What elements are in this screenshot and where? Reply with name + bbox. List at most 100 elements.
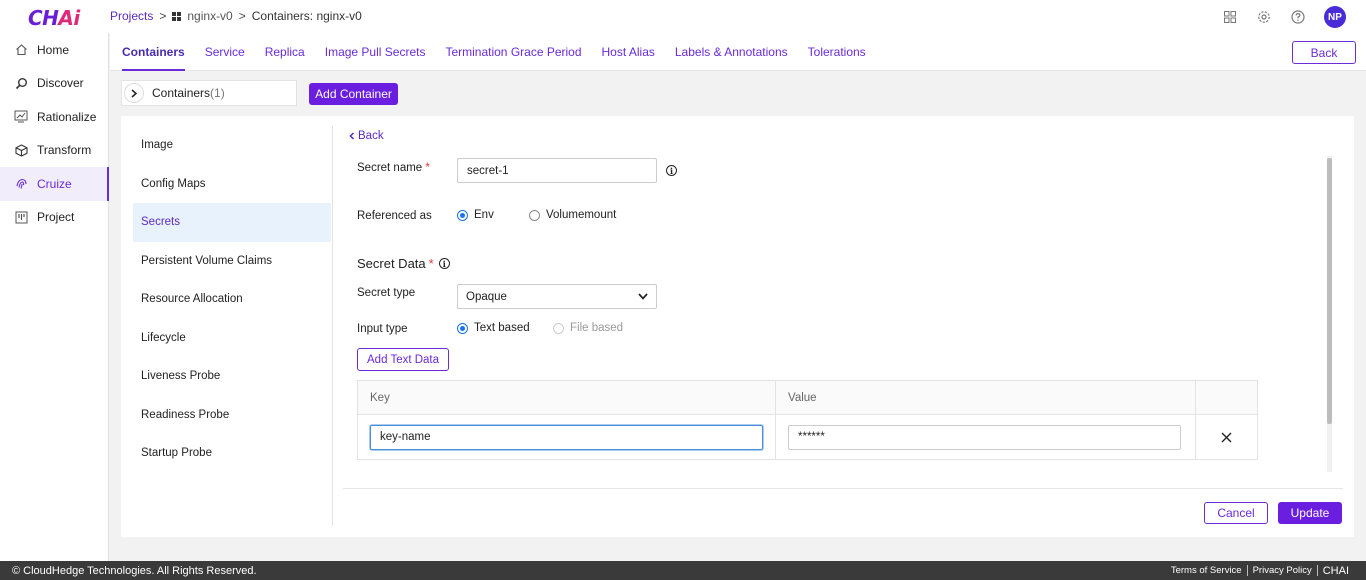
subnav-item-secrets[interactable]: Secrets [133,203,331,242]
divider [332,126,333,526]
avatar[interactable]: NP [1324,6,1346,28]
chai-logo[interactable]: CHAi [28,6,80,30]
tab-termination-grace-period[interactable]: Termination Grace Period [435,33,591,71]
chevron-down-icon [638,293,648,300]
breadcrumb-separator: > [238,9,246,23]
secret-data-table: Key Value [357,380,1258,460]
info-icon[interactable]: i [438,258,450,269]
header-actions: NP [1222,6,1346,28]
tabs: Containers Service Replica Image Pull Se… [122,33,876,71]
scrollbar-thumb[interactable] [1327,158,1332,424]
radio-button[interactable] [457,322,468,334]
tab-containers[interactable]: Containers [122,33,195,71]
secret-type-label: Secret type [357,287,416,299]
subnav-item-image[interactable]: Image [133,126,331,165]
subnav-item-persistent-volume-claims[interactable]: Persistent Volume Claims [133,242,331,281]
required-mark: * [428,256,434,271]
add-container-button[interactable]: Add Container [309,83,398,105]
containers-label: Containers(1) [152,86,225,100]
required-mark: * [425,162,430,174]
chevron-right-icon[interactable] [124,83,144,103]
update-button[interactable]: Update [1278,502,1342,524]
sidebar-item-label: Project [37,210,75,225]
gear-icon[interactable] [1256,9,1272,25]
radio-file-based[interactable]: File based [553,322,623,334]
close-icon [1221,432,1232,442]
value-input[interactable] [788,424,1181,450]
sidebar-item-home[interactable]: Home [0,33,108,67]
tab-replica[interactable]: Replica [255,33,315,71]
back-button[interactable]: Back [1292,41,1356,64]
sidebar-item-transform[interactable]: Transform [0,134,108,168]
secret-name-input[interactable] [457,158,657,183]
subnav-item-liveness-probe[interactable]: Liveness Probe [133,357,331,396]
subnav-item-startup-probe[interactable]: Startup Probe [133,434,331,473]
secrets-card: Image Config Maps Secrets Persistent Vol… [121,116,1354,537]
secret-data-title-text: Secret Data [357,256,426,271]
column-header-value: Value [776,381,1196,414]
grid-apps-icon[interactable] [1222,9,1238,25]
info-icon[interactable]: i [666,165,677,176]
breadcrumb: Projects > nginx-v0 > Containers: nginx-… [110,9,362,23]
input-type-label: Input type [357,323,408,335]
subnav-item-lifecycle[interactable]: Lifecycle [133,319,331,358]
terms-link[interactable]: Terms of Service [1166,565,1247,576]
back-link-label: Back [358,130,384,142]
back-link[interactable]: Back [349,130,384,142]
fingerprint-icon [14,177,28,191]
divider [343,488,1343,489]
sidebar-item-rationalize[interactable]: Rationalize [0,100,108,134]
breadcrumb-current: Containers: nginx-v0 [251,9,362,23]
tab-image-pull-secrets[interactable]: Image Pull Secrets [315,33,436,71]
radio-file-based-label: File based [570,322,624,334]
logo-accent-text: Ai [58,6,80,30]
containers-selector[interactable]: Containers(1) [121,80,297,106]
top-bar: CHAi Projects > nginx-v0 > Containers: n… [0,0,1366,33]
radio-button[interactable] [529,209,540,221]
subnav-item-readiness-probe[interactable]: Readiness Probe [133,396,331,435]
secret-type-select[interactable]: Opaque [457,284,657,309]
column-header-actions [1196,381,1257,414]
sidebar-item-label: Cruize [37,176,72,191]
cube-icon [14,143,28,157]
sidebar: Home Discover Rationalize Transform Crui… [0,33,109,561]
breadcrumb-projects-link[interactable]: Projects [110,9,153,23]
radio-text-based[interactable]: Text based [457,322,530,334]
key-input[interactable] [370,424,763,450]
cancel-button[interactable]: Cancel [1204,502,1268,524]
search-icon [14,76,28,90]
sidebar-item-label: Discover [37,76,84,91]
tab-tolerations[interactable]: Tolerations [798,33,876,71]
scrollbar[interactable] [1327,156,1332,472]
radio-env-label: Env [474,209,494,221]
sidebar-item-project[interactable]: Project [0,201,108,235]
subnav-item-resource-allocation[interactable]: Resource Allocation [133,280,331,319]
subnav-item-config-maps[interactable]: Config Maps [133,165,331,204]
radio-env[interactable]: Env [457,209,494,221]
referenced-as-label: Referenced as [357,210,432,222]
tab-service[interactable]: Service [195,33,255,71]
sidebar-item-label: Home [37,42,70,57]
sidebar-item-label: Transform [37,143,92,158]
privacy-link[interactable]: Privacy Policy [1248,565,1317,576]
table-header: Key Value [358,381,1257,415]
radio-button[interactable] [553,322,564,334]
breadcrumb-project[interactable]: nginx-v0 [187,9,232,23]
table-row [358,415,1257,459]
container-subnav: Image Config Maps Secrets Persistent Vol… [133,126,331,473]
tab-bar: Containers Service Replica Image Pull Se… [110,33,1366,71]
delete-row-button[interactable] [1196,415,1257,459]
logo-main-text: CH [28,6,59,30]
secret-data-title: Secret Data * i [357,256,450,271]
copyright-text: © CloudHedge Technologies. All Rights Re… [12,564,257,577]
sidebar-item-discover[interactable]: Discover [0,67,108,101]
home-icon [14,43,28,57]
tab-labels-annotations[interactable]: Labels & Annotations [665,33,798,71]
help-icon[interactable] [1290,9,1306,25]
sidebar-item-cruize[interactable]: Cruize [0,167,109,201]
tab-host-alias[interactable]: Host Alias [592,33,665,71]
radio-button[interactable] [457,209,468,221]
secret-type-value: Opaque [466,290,507,303]
add-text-data-button[interactable]: Add Text Data [357,348,450,371]
radio-volumemount[interactable]: Volumemount [529,209,616,221]
